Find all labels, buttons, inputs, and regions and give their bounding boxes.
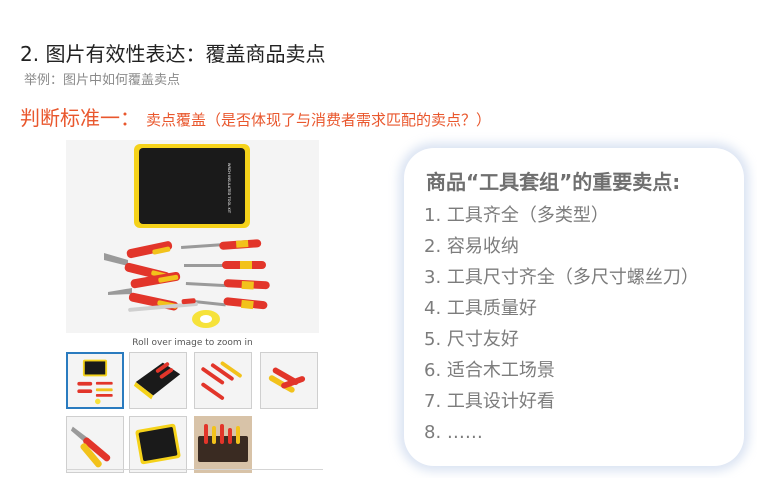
thumbnail-2[interactable]: [129, 352, 187, 409]
selling-point-item: 7. 工具设计好看: [424, 391, 555, 412]
thumbnail-open-case-icon: [133, 362, 181, 400]
case-label: WRCH INSULATED TOOL KIT: [227, 163, 231, 214]
thumbnail-kit-icon: [77, 359, 113, 405]
selling-point-item: 3. 工具尺寸齐全（多尺寸螺丝刀）: [424, 267, 699, 288]
thumbnail-cutter-icon: [70, 426, 111, 468]
selling-points-title: 商品“工具套组”的重要卖点:: [426, 170, 681, 194]
selling-points-list: 1. 工具齐全（多类型） 2. 容易收纳 3. 工具尺寸齐全（多尺寸螺丝刀） 4…: [424, 200, 699, 448]
selling-point-item: 5. 尺寸友好: [424, 329, 519, 350]
thumbnail-screwdrivers-icon: [201, 361, 242, 400]
thumbnail-closed-case-icon: [135, 423, 181, 465]
selling-points-card: 商品“工具套组”的重要卖点: 1. 工具齐全（多类型） 2. 容易收纳 3. 工…: [404, 148, 744, 466]
selling-point-item: 6. 适合木工场景: [424, 360, 555, 381]
selling-point-item: 1. 工具齐全（多类型）: [424, 205, 609, 226]
slide-subtitle: 举例：图片中如何覆盖卖点: [24, 73, 181, 88]
thumbnail-in-use-icon: [198, 424, 248, 462]
tool-kit-illustration: WRCH INSULATED TOOL KIT: [104, 144, 270, 328]
criteria-heading: 判断标准一：: [20, 106, 140, 130]
thumbnail-7[interactable]: [194, 416, 252, 473]
selling-point-item: 2. 容易收纳: [424, 236, 519, 257]
criteria-line: 判断标准一： 卖点覆盖（是否体现了与消费者需求匹配的卖点？）: [20, 102, 491, 131]
selling-point-item: 4. 工具质量好: [424, 298, 537, 319]
slide-title: 2. 图片有效性表达：覆盖商品卖点: [20, 42, 326, 66]
thumbnail-divider: [66, 469, 323, 470]
thumbnail-4[interactable]: [260, 352, 318, 409]
thumbnail-6[interactable]: [129, 416, 187, 473]
thumbnail-3[interactable]: [194, 352, 252, 409]
zoom-hint: Roll over image to zoom in: [132, 338, 253, 348]
selling-point-item: 8. ……: [424, 422, 483, 443]
criteria-text: 卖点覆盖（是否体现了与消费者需求匹配的卖点？）: [146, 111, 492, 129]
product-main-image[interactable]: WRCH INSULATED TOOL KIT: [66, 140, 319, 333]
thumbnail-5[interactable]: [66, 416, 124, 473]
thumbnail-pliers-icon: [268, 367, 306, 393]
thumbnail-1[interactable]: [66, 352, 124, 409]
